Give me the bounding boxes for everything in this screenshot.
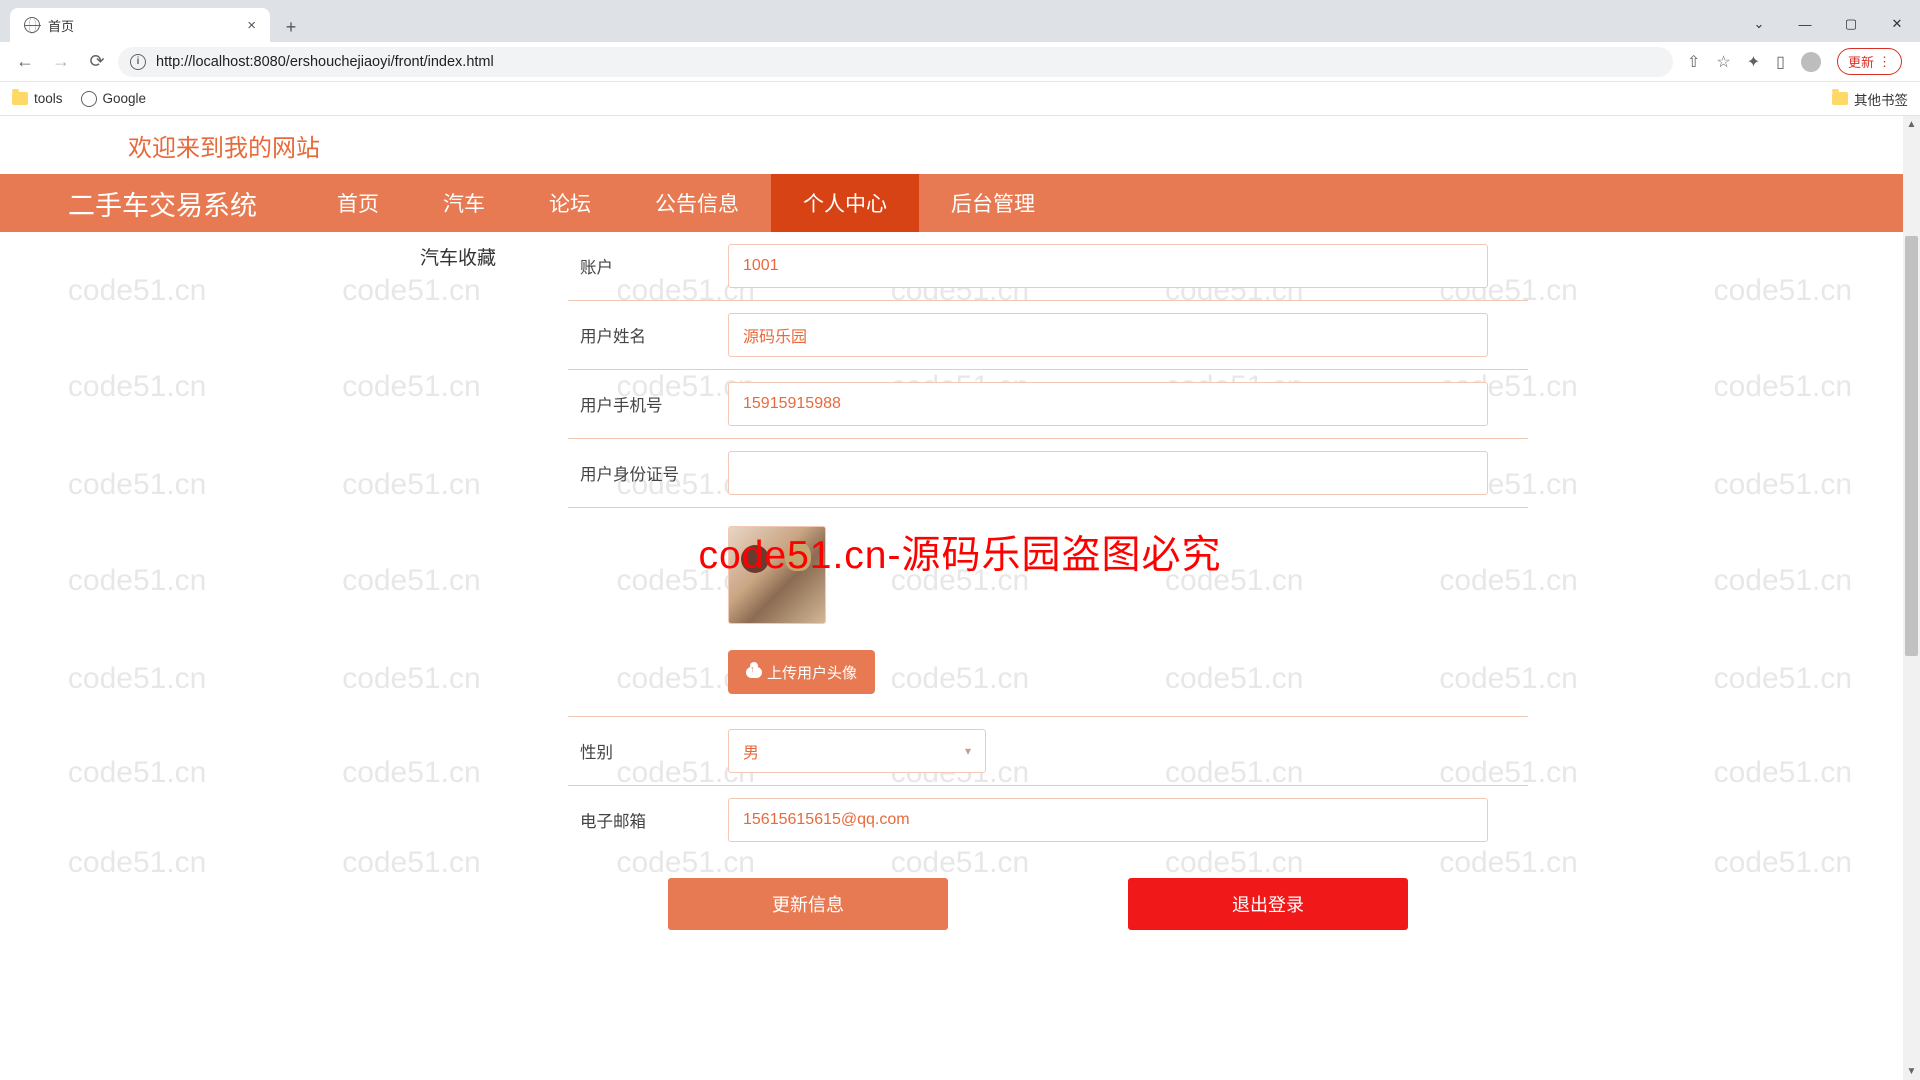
username-field[interactable]: [728, 313, 1488, 357]
label-account: 账户: [568, 254, 728, 278]
tab-title: 首页: [48, 16, 239, 35]
nav-car[interactable]: 汽车: [411, 174, 517, 232]
page-viewport: code51.cncode51.cncode51.cncode51.cncode…: [0, 116, 1920, 1080]
logout-button[interactable]: 退出登录: [1128, 878, 1408, 930]
label-phone: 用户手机号: [568, 392, 728, 416]
browser-tab[interactable]: 首页 ×: [10, 8, 270, 42]
update-info-button[interactable]: 更新信息: [668, 878, 948, 930]
bookmark-tools[interactable]: tools: [12, 91, 63, 106]
scroll-up-icon[interactable]: ▲: [1903, 116, 1920, 133]
star-icon[interactable]: ☆: [1716, 52, 1730, 72]
label-username: 用户姓名: [568, 323, 728, 347]
globe-icon: [24, 17, 40, 33]
phone-field[interactable]: [728, 382, 1488, 426]
tab-dropdown-icon[interactable]: ⌄: [1736, 16, 1782, 32]
cloud-upload-icon: [746, 667, 762, 678]
nav-admin[interactable]: 后台管理: [919, 174, 1067, 232]
chevron-down-icon: ▾: [965, 744, 971, 758]
gender-select[interactable]: 男 ▾: [728, 729, 986, 773]
label-email: 电子邮箱: [568, 808, 728, 832]
window-controls: ⌄ — ▢ ✕: [1736, 6, 1920, 42]
maximize-button[interactable]: ▢: [1828, 16, 1874, 32]
nav-notice[interactable]: 公告信息: [623, 174, 771, 232]
url-field[interactable]: i http://localhost:8080/ershouchejiaoyi/…: [118, 47, 1673, 77]
sidebar-item-favorite[interactable]: 汽车收藏: [388, 232, 528, 280]
bookmarks-bar: tools Google 其他书签: [0, 82, 1920, 116]
minimize-button[interactable]: —: [1782, 17, 1828, 32]
close-icon[interactable]: ×: [247, 17, 256, 34]
scroll-down-icon[interactable]: ▼: [1903, 1063, 1920, 1080]
upload-avatar-button[interactable]: 上传用户头像: [728, 650, 875, 694]
reload-button[interactable]: ⟳: [82, 47, 112, 77]
share-icon[interactable]: ⇧: [1687, 52, 1700, 72]
update-button[interactable]: 更新 ⋮: [1837, 48, 1902, 75]
main-nav: 二手车交易系统 首页 汽车 论坛 公告信息 个人中心 后台管理: [0, 174, 1920, 232]
forward-button[interactable]: →: [46, 47, 76, 77]
bookmark-other[interactable]: 其他书签: [1832, 89, 1908, 109]
bookmark-google[interactable]: Google: [81, 91, 147, 107]
url-text: http://localhost:8080/ershouchejiaoyi/fr…: [156, 54, 494, 70]
menu-icon: ⋮: [1878, 54, 1891, 70]
info-icon[interactable]: i: [130, 54, 146, 70]
globe-icon: [81, 91, 97, 107]
profile-icon[interactable]: [1801, 52, 1821, 72]
center-watermark: code51.cn-源码乐园盗图必究: [699, 524, 1222, 580]
label-idcard: 用户身份证号: [568, 461, 728, 485]
address-bar: ← → ⟳ i http://localhost:8080/ershouchej…: [0, 42, 1920, 82]
label-gender: 性别: [568, 739, 728, 763]
folder-icon: [12, 92, 28, 105]
nav-forum[interactable]: 论坛: [517, 174, 623, 232]
nav-home[interactable]: 首页: [305, 174, 411, 232]
email-field[interactable]: [728, 798, 1488, 842]
new-tab-button[interactable]: +: [276, 12, 306, 42]
extensions-icon[interactable]: ✦: [1747, 52, 1760, 72]
folder-icon: [1832, 92, 1848, 105]
nav-center[interactable]: 个人中心: [771, 174, 919, 232]
account-field[interactable]: [728, 244, 1488, 288]
brand: 二手车交易系统: [68, 184, 257, 223]
back-button[interactable]: ←: [10, 47, 40, 77]
idcard-field[interactable]: [728, 451, 1488, 495]
profile-form: 账户 用户姓名 用户手机号 用户身份证号: [568, 232, 1528, 930]
welcome-text: 欢迎来到我的网站: [0, 116, 1920, 174]
scrollbar[interactable]: ▲ ▼: [1903, 116, 1920, 1080]
close-window-button[interactable]: ✕: [1874, 16, 1920, 32]
tab-strip: 首页 × + ⌄ — ▢ ✕: [0, 0, 1920, 42]
scrollbar-thumb[interactable]: [1905, 236, 1918, 656]
sidepanel-icon[interactable]: ▯: [1776, 52, 1785, 72]
